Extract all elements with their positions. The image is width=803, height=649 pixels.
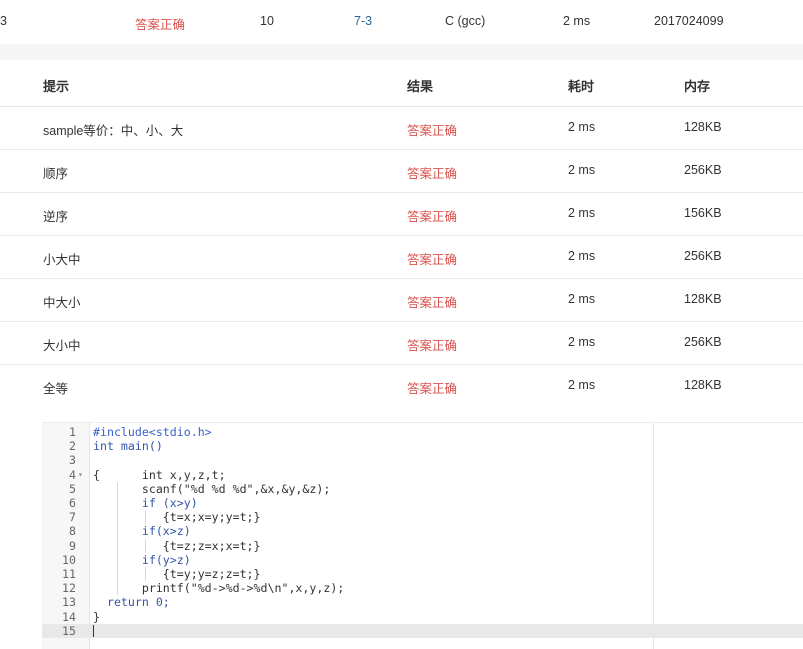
header-result: 结果	[407, 79, 434, 94]
cases-table-header: 提示 结果 耗时 内存	[0, 60, 803, 107]
case-hint: 逆序	[43, 210, 69, 224]
table-row: 顺序 答案正确 2 ms 256KB	[0, 150, 803, 193]
code-text: #include<stdio.h>	[93, 425, 212, 439]
submission-score: 10	[260, 14, 274, 28]
code-text: return 0;	[93, 595, 170, 610]
line-number: 8	[69, 524, 76, 539]
line-number: 2	[69, 439, 76, 454]
table-row: sample等价：中、小、大 答案正确 2 ms 128KB	[0, 107, 803, 150]
code-line: 5 scanf("%d %d %d",&x,&y,&z);	[42, 481, 803, 496]
code-text: {t=y;y=z;z=t;}	[93, 567, 261, 581]
code-text: {t=x;x=y;y=t;}	[93, 510, 261, 525]
case-result: 答案正确	[407, 210, 458, 224]
code-line: 4 ▾ { int x,y,z,t;	[42, 468, 803, 482]
code-line: 3	[42, 453, 803, 467]
line-number: 14	[62, 609, 76, 624]
table-row: 中大小 答案正确 2 ms 128KB	[0, 279, 803, 322]
fold-toggle-icon[interactable]: ▾	[78, 468, 83, 482]
code-text: printf("%d->%d->%d\n",x,y,z);	[93, 581, 345, 596]
case-memory: 128KB	[684, 120, 722, 134]
case-hint: 顺序	[43, 167, 69, 181]
code-text: }	[93, 609, 100, 624]
line-number: 10	[62, 552, 76, 567]
code-text: scanf("%d %d %d",&x,&y,&z);	[93, 481, 331, 496]
case-time: 2 ms	[568, 292, 596, 306]
code-line: 8 if(x>z)	[42, 524, 803, 539]
section-divider	[0, 44, 803, 60]
header-memory: 内存	[684, 79, 711, 94]
code-line: 1 #include<stdio.h>	[42, 425, 803, 439]
submission-time: 2 ms	[563, 14, 591, 28]
case-time: 2 ms	[568, 378, 596, 392]
code-line: 2 int main()	[42, 439, 803, 453]
case-result: 答案正确	[407, 296, 458, 310]
code-line: 12 printf("%d->%d->%d\n",x,y,z);	[42, 581, 803, 596]
code-text: if(x>z)	[93, 524, 191, 539]
case-time: 2 ms	[568, 206, 596, 220]
line-number: 7	[69, 510, 76, 525]
case-result: 答案正确	[407, 167, 458, 181]
case-time: 2 ms	[568, 249, 596, 263]
submission-compiler: C (gcc)	[445, 14, 486, 28]
text-cursor	[93, 624, 94, 637]
case-memory: 256KB	[684, 249, 722, 263]
case-memory: 156KB	[684, 206, 722, 220]
line-number: 11	[62, 567, 76, 581]
line-number: 4	[69, 467, 76, 482]
code-line: 7 {t=x;x=y;y=t;}	[42, 510, 803, 525]
case-memory: 128KB	[684, 292, 722, 306]
case-hint: 大小中	[43, 339, 81, 353]
problem-link[interactable]: 7-3	[354, 14, 372, 28]
line-number: 15	[62, 623, 76, 638]
line-number: 5	[69, 481, 76, 496]
case-hint: 全等	[43, 382, 69, 396]
code-text: {t=z;z=x;x=t;}	[93, 538, 261, 553]
case-result: 答案正确	[407, 124, 458, 138]
code-text: int main()	[93, 439, 163, 454]
submission-row: 3 答案正确 10 7-3 C (gcc) 2 ms 2017024099	[0, 0, 803, 44]
code-line: 9 {t=z;z=x;x=t;}	[42, 538, 803, 553]
case-hint: 小大中	[43, 253, 81, 267]
code-text: if(y>z)	[93, 552, 191, 567]
submission-user: 2017024099	[654, 14, 724, 28]
case-memory: 256KB	[684, 335, 722, 349]
code-line: 14 }	[42, 610, 803, 624]
code-line: 6 if (x>y)	[42, 496, 803, 511]
case-time: 2 ms	[568, 335, 596, 349]
table-row: 小大中 答案正确 2 ms 256KB	[0, 236, 803, 279]
submission-status: 答案正确	[135, 18, 186, 32]
table-row: 大小中 答案正确 2 ms 256KB	[0, 322, 803, 365]
table-row: 全等 答案正确 2 ms 128KB	[0, 365, 803, 407]
code-text: if (x>y)	[93, 496, 198, 510]
line-number: 9	[69, 538, 76, 553]
header-hint: 提示	[43, 79, 70, 94]
case-hint: 中大小	[43, 296, 81, 310]
submission-id[interactable]: 3	[0, 14, 7, 28]
case-result: 答案正确	[407, 339, 458, 353]
line-number: 1	[69, 425, 76, 439]
code-line: 13 return 0;	[42, 595, 803, 609]
case-result: 答案正确	[407, 382, 458, 396]
line-number: 12	[62, 581, 76, 596]
line-number: 6	[69, 496, 76, 510]
code-line: 10 if(y>z)	[42, 552, 803, 567]
line-number: 3	[69, 453, 76, 468]
active-code-line[interactable]: 15	[42, 623, 803, 638]
case-time: 2 ms	[568, 163, 596, 177]
code-line: 11 {t=y;y=z;z=t;}	[42, 567, 803, 582]
header-time: 耗时	[568, 79, 595, 94]
code-editor[interactable]: 1 #include<stdio.h> 2 int main() 3 4 ▾ {…	[42, 422, 803, 649]
table-row: 逆序 答案正确 2 ms 156KB	[0, 193, 803, 236]
case-memory: 128KB	[684, 378, 722, 392]
case-time: 2 ms	[568, 120, 596, 134]
code-text: { int x,y,z,t;	[93, 467, 226, 482]
case-hint: sample等价：中、小、大	[43, 124, 184, 138]
case-result: 答案正确	[407, 253, 458, 267]
line-number: 13	[62, 595, 76, 610]
case-memory: 256KB	[684, 163, 722, 177]
